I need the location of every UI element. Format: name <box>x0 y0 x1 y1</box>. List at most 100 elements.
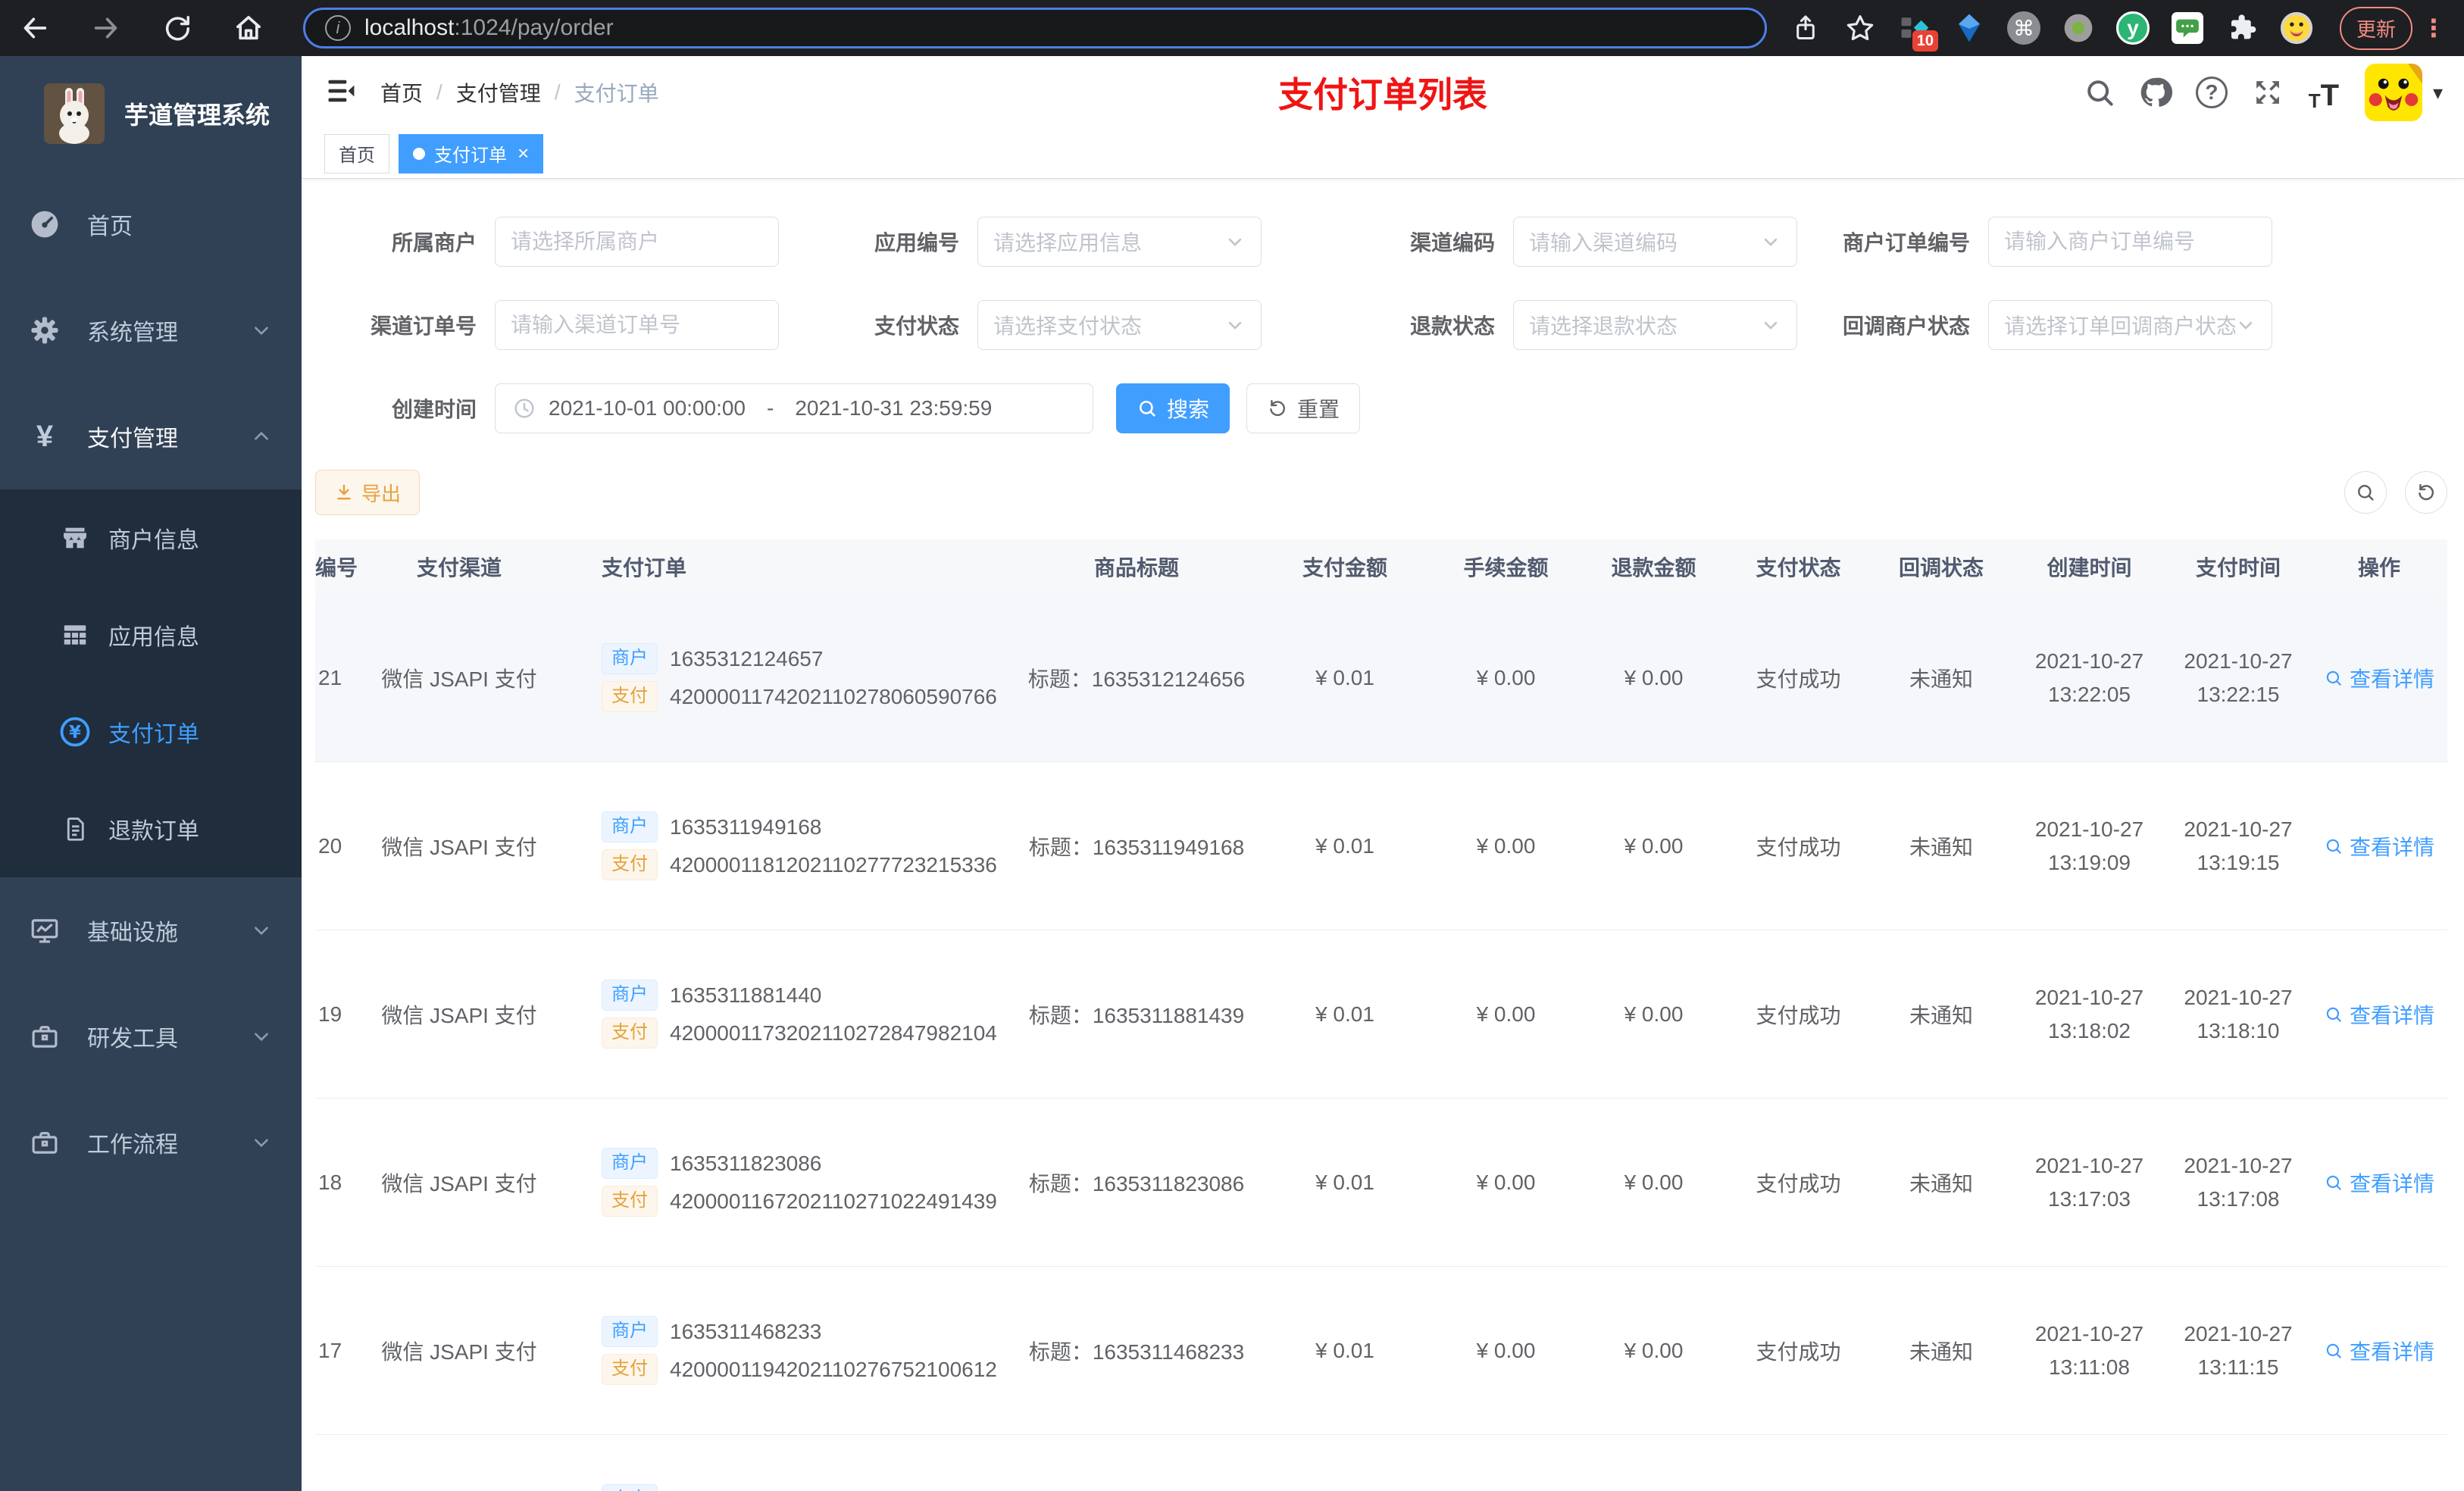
view-detail-link[interactable]: 查看详情 <box>2324 1336 2434 1366</box>
profile-emoji-icon[interactable] <box>2279 11 2314 45</box>
view-detail-link[interactable]: 查看详情 <box>2324 831 2434 861</box>
pay-status: 支付成功 <box>1756 835 1841 859</box>
back-icon[interactable] <box>18 11 52 45</box>
search-icon[interactable] <box>2081 74 2118 111</box>
channel-code-select[interactable]: 请输入渠道编码 <box>1513 217 1797 267</box>
merchant-order-no: 1635311881440 <box>670 983 822 1007</box>
pay-status: 支付成功 <box>1756 1171 1841 1196</box>
view-detail-link[interactable]: 查看详情 <box>2324 663 2434 693</box>
order-id: 19 <box>318 1002 342 1026</box>
extension-kite-icon[interactable] <box>1952 11 1987 45</box>
search-button[interactable]: 搜索 <box>1116 383 1230 433</box>
range-start: 2021-10-01 00:00:00 <box>549 396 746 420</box>
merchant-input[interactable] <box>495 217 779 267</box>
sidebar-item-system[interactable]: 系统管理 <box>0 277 302 383</box>
sidebar-item-app-info[interactable]: 应用信息 <box>0 586 302 683</box>
share-icon[interactable] <box>1788 11 1823 45</box>
reset-button[interactable]: 重置 <box>1246 383 1361 433</box>
merchant-order-no: 1635311949168 <box>670 814 822 839</box>
sidebar-item-pay-order[interactable]: ¥ 支付订单 <box>0 683 302 780</box>
table-row: 19 微信 JSAPI 支付 商户 1635311881440 支付 42000… <box>315 930 2447 1099</box>
url-path: :1024/pay/order <box>454 15 614 40</box>
avatar-caret-icon[interactable]: ▾ <box>2433 81 2443 105</box>
merchant-order-no: 1635311351786 <box>670 1488 821 1491</box>
extensions-puzzle-icon[interactable] <box>2225 11 2259 45</box>
home-icon[interactable] <box>232 11 265 45</box>
fullscreen-icon[interactable] <box>2250 74 2286 111</box>
extension-prototyping-icon[interactable]: 10 <box>1897 11 1938 52</box>
tags-view: 首页 支付订单 × <box>302 129 2464 179</box>
breadcrumb-home[interactable]: 首页 <box>380 77 423 108</box>
extension-record-icon[interactable] <box>2061 11 2096 45</box>
pay-status-select[interactable]: 请选择支付状态 <box>977 300 1262 350</box>
refresh-icon <box>2419 483 2434 501</box>
sidebar-item-infrastructure[interactable]: 基础设施 <box>0 877 302 983</box>
clock-icon <box>514 399 534 418</box>
channel-order-no: 4200001181202110277723215336 <box>670 852 997 877</box>
close-icon[interactable]: × <box>518 142 529 165</box>
tag-home[interactable]: 首页 <box>324 133 389 173</box>
refund-amount: ¥ 0.00 <box>1624 1338 1684 1362</box>
pay-order-cell: 商户 1635311949168 支付 42000011812021102777… <box>543 806 1015 886</box>
sidebar-item-workflow[interactable]: 工作流程 <box>0 1089 302 1196</box>
merchant-order-no: 1635311823086 <box>670 1151 822 1175</box>
forward-icon[interactable] <box>89 11 123 45</box>
shop-icon <box>58 521 92 555</box>
create-time-cell: 2021-10-27 13:19:09 <box>2034 817 2144 874</box>
tag-pay-order[interactable]: 支付订单 × <box>399 133 544 173</box>
bookmark-star-icon[interactable] <box>1843 11 1878 45</box>
channel-order-no-input[interactable] <box>495 300 779 350</box>
browser-menu-icon[interactable]: ⋮ <box>2417 14 2450 42</box>
pay-channel: 微信 JSAPI 支付 <box>381 667 537 691</box>
create-time-cell: 2021-10-27 13:17:03 <box>2034 1153 2144 1211</box>
sidebar-item-home[interactable]: 首页 <box>0 171 302 277</box>
chevron-down-icon <box>252 320 271 344</box>
app-title: 芋道管理系统 <box>124 102 270 129</box>
sidebar-item-merchant-info[interactable]: 商户信息 <box>0 489 302 586</box>
sidebar-fold-icon[interactable] <box>324 74 358 111</box>
pay-amount: ¥ 0.01 <box>1315 833 1374 858</box>
export-button[interactable]: 导出 <box>315 470 421 515</box>
view-detail-link[interactable]: 查看详情 <box>2324 1167 2434 1198</box>
avatar[interactable] <box>2364 64 2422 121</box>
orders-table: 编号 支付渠道 支付订单 商品标题 支付金额 手续金额 退款金额 支付状态 回调… <box>315 539 2447 1491</box>
goods-title: 标题：1635311823086 <box>1028 1171 1245 1196</box>
sidebar-item-dev-tools[interactable]: 研发工具 <box>0 983 302 1089</box>
chevron-down-icon <box>252 1133 271 1156</box>
url-bar[interactable]: i localhost :1024/pay/order <box>303 8 1767 48</box>
filter-row-1: 所属商户 应用编号 请选择应用信息 渠道编码 请输入渠道编码 <box>315 217 2447 267</box>
payment-submenu: 商户信息 应用信息 ¥ 支付订单 退款订单 <box>0 489 302 877</box>
sidebar-item-payment[interactable]: ¥ 支付管理 <box>0 383 302 489</box>
create-time-cell: 2021-10-27 13:18:02 <box>2034 985 2144 1042</box>
sidebar-item-refund-order[interactable]: 退款订单 <box>0 780 302 877</box>
extension-badge: 10 <box>1912 30 1938 52</box>
help-icon[interactable]: ? <box>2194 74 2230 111</box>
order-id: 18 <box>318 1170 342 1194</box>
extension-y-icon[interactable]: y <box>2115 11 2150 45</box>
font-size-icon[interactable]: TT <box>2306 74 2342 111</box>
notify-status-select[interactable]: 请选择订单回调商户状态 <box>1988 300 2272 350</box>
app-select[interactable]: 请选择应用信息 <box>977 217 1262 267</box>
browser-update-button[interactable]: 更新 <box>2339 6 2412 50</box>
site-info-icon[interactable]: i <box>325 15 351 41</box>
extension-chat-icon[interactable] <box>2170 11 2205 45</box>
create-time-range-picker[interactable]: 2021-10-01 00:00:00 - 2021-10-31 23:59:5… <box>495 383 1093 433</box>
view-detail-link[interactable]: 查看详情 <box>2324 999 2434 1030</box>
refresh-button[interactable] <box>2405 471 2447 514</box>
browser-actions: 10 ⌘ y 更新 ⋮ <box>1788 6 2450 52</box>
reload-icon[interactable] <box>161 11 194 45</box>
merchant-order-no-input[interactable] <box>1988 217 2272 267</box>
toggle-search-button[interactable] <box>2344 471 2387 514</box>
goods-title: 标题：1635311881439 <box>1028 1003 1245 1027</box>
github-icon[interactable] <box>2137 74 2174 111</box>
pay-order-cell: 商户 1635311881440 支付 42000011732021102728… <box>543 974 1015 1055</box>
merchant-tag: 商户 <box>602 980 658 1011</box>
breadcrumb-payment[interactable]: 支付管理 <box>456 77 541 108</box>
table-row: 商户 1635311351786 支付 查看详情 <box>315 1435 2447 1491</box>
pay-order-cell: 商户 1635311351786 支付 <box>543 1479 1015 1491</box>
extension-command-icon[interactable]: ⌘ <box>2006 11 2041 45</box>
channel-code-label: 渠道编码 <box>1409 231 1495 255</box>
chevron-down-icon <box>1764 238 1778 246</box>
refund-status-select[interactable]: 请选择退款状态 <box>1513 300 1797 350</box>
refund-amount: ¥ 0.00 <box>1624 1002 1684 1026</box>
